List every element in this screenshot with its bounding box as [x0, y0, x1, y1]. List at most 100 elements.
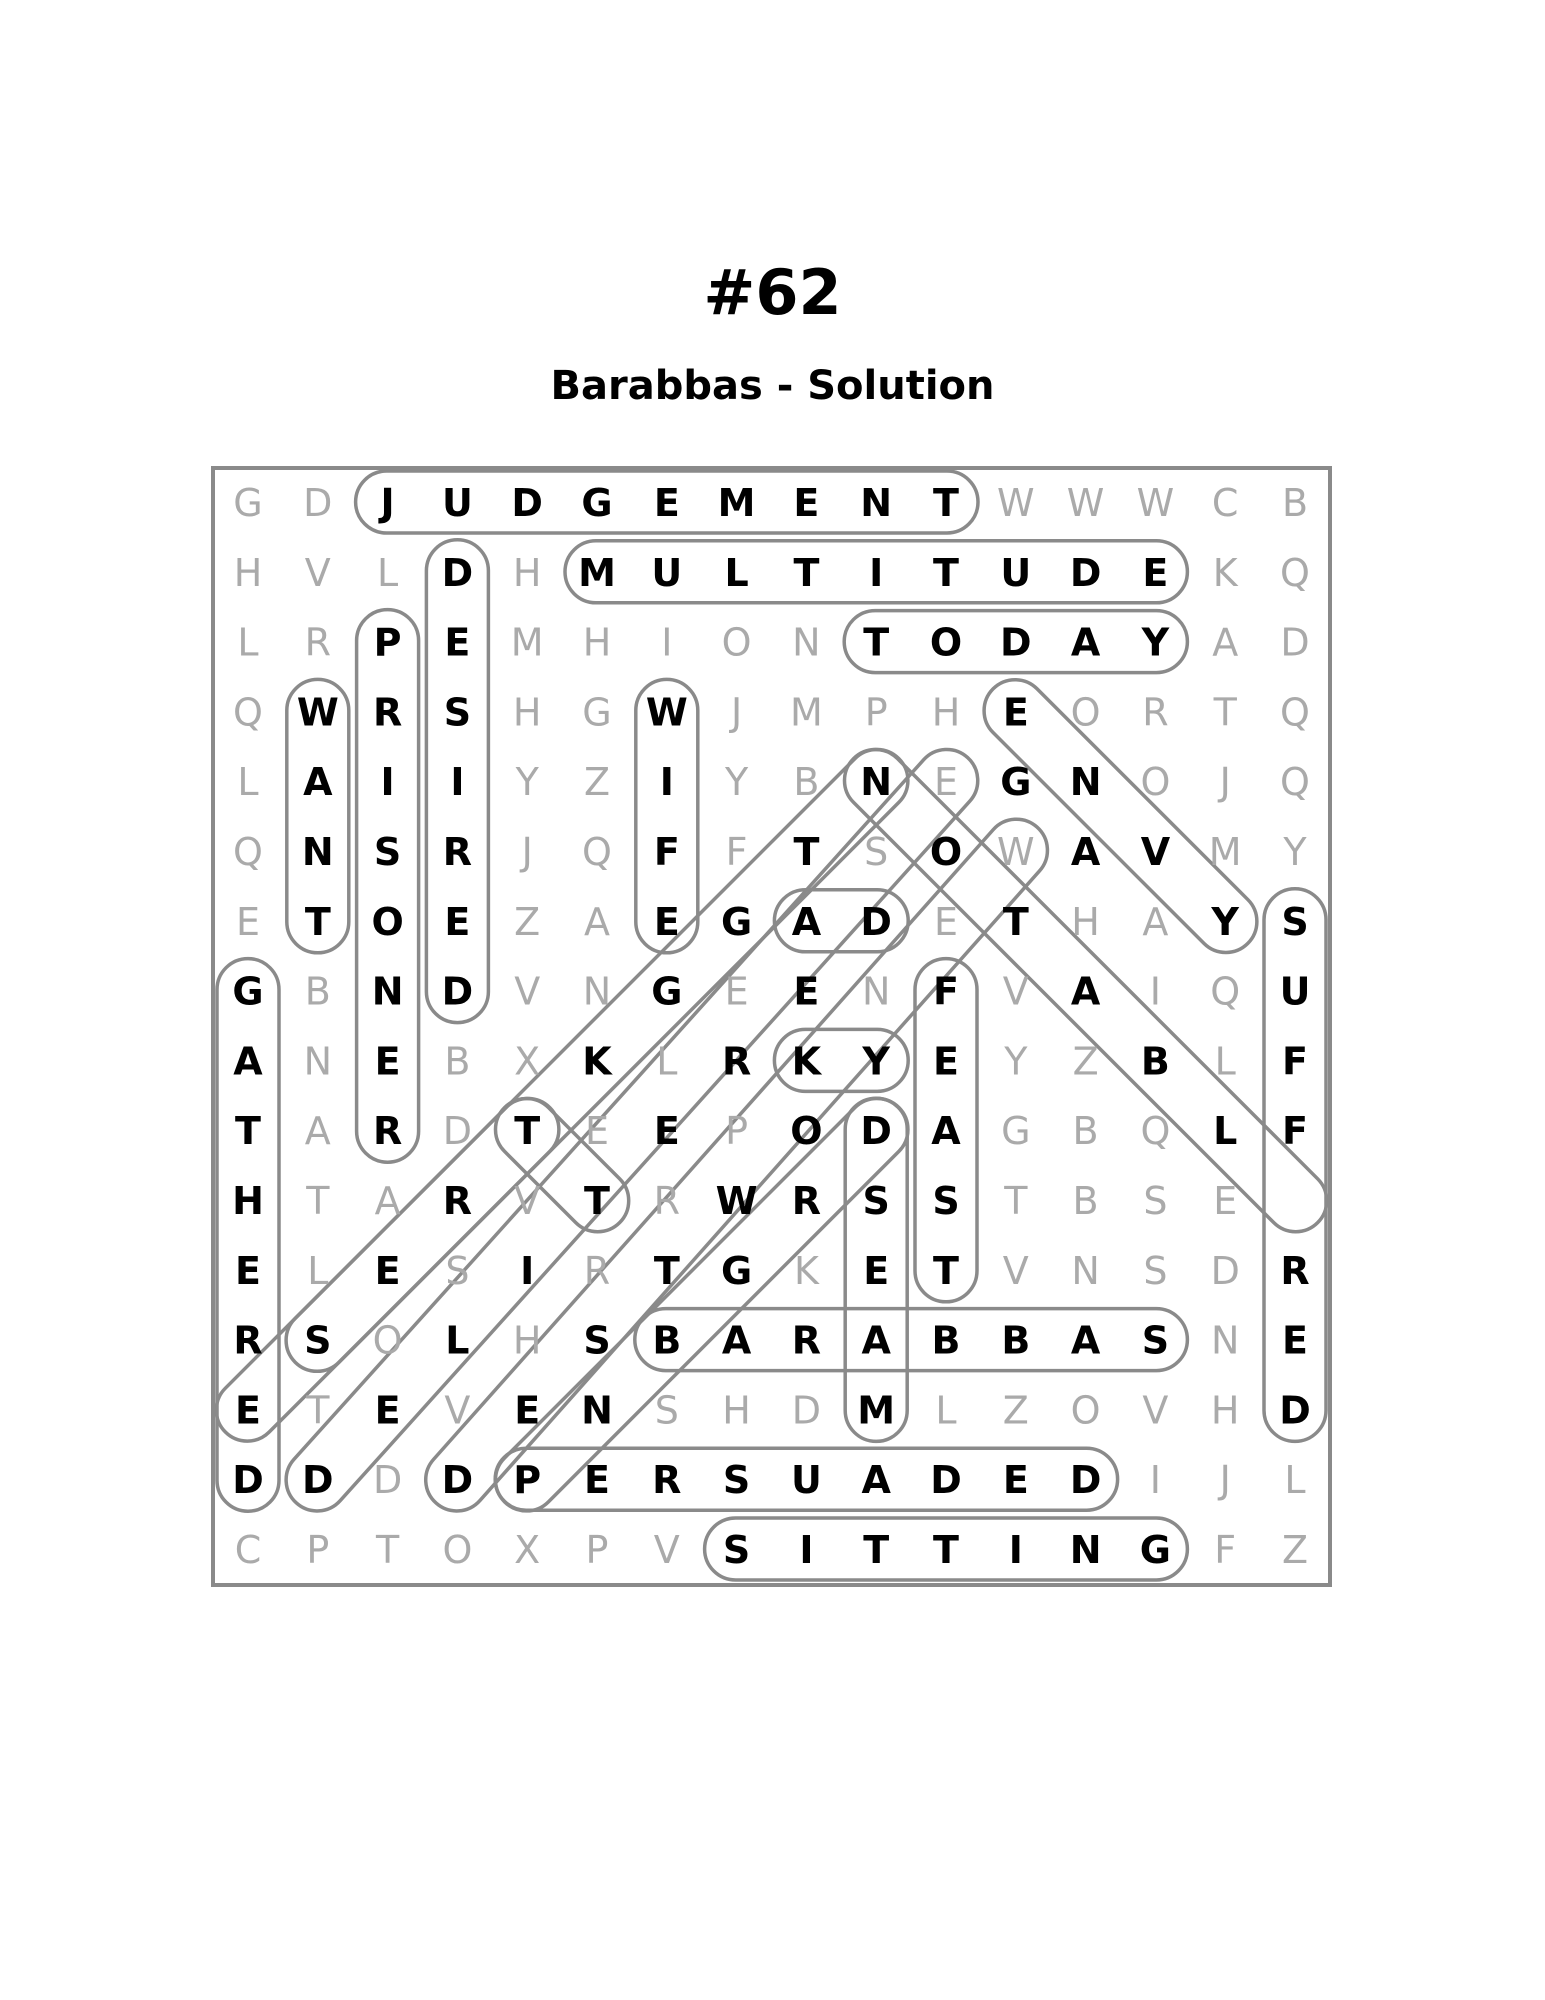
grid-letter: D: [511, 481, 543, 525]
grid-letter: S: [1143, 1179, 1167, 1223]
grid-letter: D: [232, 1458, 264, 1502]
grid-letter: V: [654, 1528, 680, 1572]
grid-letter: E: [1282, 1319, 1308, 1363]
grid-letter: R: [443, 1179, 472, 1223]
grid-letter: M: [718, 481, 756, 525]
grid-letter: L: [935, 1388, 956, 1432]
grid-letter: D: [442, 551, 474, 595]
grid-letter: S: [1143, 1249, 1167, 1293]
grid-letter: I: [1150, 970, 1161, 1014]
grid-letter: U: [442, 481, 473, 525]
grid-letter: E: [654, 1109, 680, 1153]
grid-letter: F: [1282, 1109, 1308, 1153]
grid-letter: T: [933, 1249, 959, 1293]
grid-letter: V: [305, 551, 331, 595]
grid-letter: E: [444, 900, 470, 944]
grid-letter: L: [1213, 1109, 1237, 1153]
grid-letter: E: [375, 1388, 401, 1432]
grid-letter: R: [722, 1039, 751, 1083]
grid-letter: Z: [1003, 1388, 1029, 1432]
grid-letter: I: [520, 1249, 534, 1293]
grid-letter: Y: [1003, 1039, 1028, 1083]
grid-letter: T: [514, 1109, 540, 1153]
grid-letter: P: [374, 621, 402, 665]
grid-letter: L: [724, 551, 748, 595]
grid-letter: G: [233, 481, 262, 525]
grid-letter: E: [654, 481, 680, 525]
grid-letter: E: [444, 621, 470, 665]
grid-letter: S: [863, 1179, 890, 1223]
grid-letter: N: [372, 970, 404, 1014]
grid-letter: J: [1218, 1458, 1231, 1502]
grid-letter: M: [578, 551, 616, 595]
grid-letter: A: [792, 900, 822, 944]
grid-letter: G: [582, 690, 611, 734]
grid-letter: B: [932, 1319, 961, 1363]
grid-letter: G: [1001, 1109, 1030, 1153]
grid-letter: V: [444, 1388, 470, 1432]
grid-letter: T: [1213, 690, 1238, 734]
grid-letter: H: [232, 1179, 264, 1223]
grid-letter: R: [1142, 690, 1168, 734]
grid-letter: H: [722, 1388, 751, 1432]
grid-letter: E: [725, 970, 749, 1014]
grid-letter: K: [792, 1039, 823, 1083]
grid-letter: G: [1000, 760, 1031, 804]
grid-letter: R: [373, 690, 402, 734]
grid-letter: O: [1140, 760, 1170, 804]
grid-letter: F: [726, 830, 748, 874]
grid-letter: T: [933, 551, 959, 595]
grid-letter: E: [863, 1249, 889, 1293]
grid-letter: V: [514, 1179, 540, 1223]
grid-letter: S: [932, 1179, 959, 1223]
grid-letter: D: [1211, 1249, 1240, 1293]
grid-letter: H: [513, 1319, 542, 1363]
grid-letter: I: [381, 760, 395, 804]
grid-letter: U: [651, 551, 682, 595]
grid-letter: E: [235, 1249, 261, 1293]
grid-letter: A: [861, 1458, 891, 1502]
grid-letter: R: [654, 1179, 680, 1223]
grid-letter: G: [721, 900, 752, 944]
grid-letter: T: [933, 481, 959, 525]
grid-letter: S: [304, 1319, 331, 1363]
grid-letter: E: [236, 900, 260, 944]
grid-letter: B: [1073, 1179, 1099, 1223]
grid-letter: H: [583, 621, 612, 665]
grid-letter: M: [790, 690, 823, 734]
grid-letter: W: [646, 690, 688, 734]
grid-letter: S: [374, 830, 401, 874]
grid-letter: E: [654, 900, 680, 944]
letter-grid: G D J U D G E M E N T W W W C BH V L D H M U L T I T U D E K QL R P E M H I O…: [232, 481, 1311, 1572]
grid-letter: F: [1282, 1039, 1308, 1083]
grid-letter: D: [792, 1388, 821, 1432]
grid-letter: D: [1279, 1388, 1311, 1432]
grid-letter: C: [235, 1528, 262, 1572]
grid-letter: K: [794, 1249, 820, 1293]
grid-letter: B: [1073, 1109, 1099, 1153]
grid-letter: E: [375, 1249, 401, 1293]
grid-letter: R: [792, 1179, 821, 1223]
grid-letter: B: [1141, 1039, 1170, 1083]
grid-letter: Z: [584, 760, 610, 804]
grid-letter: P: [586, 1528, 609, 1572]
grid-letter: I: [1150, 1458, 1161, 1502]
grid-letter: E: [585, 1109, 609, 1153]
grid-letter: V: [514, 970, 540, 1014]
word-search-board: G D J U D G E M E N T W W W C BH V L D H M U L T I T U D E K QL R P E M H I O…: [211, 466, 1332, 1587]
grid-letter: E: [1003, 690, 1029, 734]
grid-letter: N: [581, 1388, 613, 1432]
grid-letter: W: [716, 1179, 758, 1223]
grid-letter: D: [1280, 621, 1309, 665]
grid-letter: O: [442, 1528, 472, 1572]
grid-letter: D: [1070, 551, 1102, 595]
grid-letter: N: [860, 760, 892, 804]
grid-letter: T: [1003, 900, 1029, 944]
grid-letter: E: [793, 481, 819, 525]
grid-letter: E: [375, 1039, 401, 1083]
grid-letter: S: [723, 1458, 750, 1502]
grid-letter: O: [722, 621, 752, 665]
grid-letter: I: [660, 760, 674, 804]
grid-letter: A: [305, 1109, 331, 1153]
grid-letter: G: [651, 970, 682, 1014]
